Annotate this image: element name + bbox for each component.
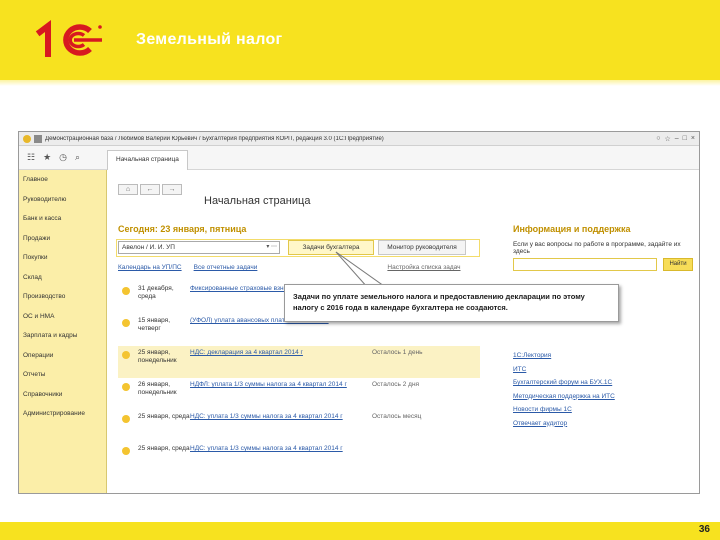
sidebar-item[interactable]: Отчеты [19,365,106,385]
page-number: 36 [698,524,710,535]
task-date: 31 декабря, среда [138,285,174,300]
organization-value: Авелон / И. И. УП [122,244,175,251]
slide-title: Земельный налог [136,31,283,48]
info-text: Если у вас вопросы по работе в программе… [513,241,681,255]
sidebar-item[interactable]: Главное [19,170,106,190]
sidebar-item[interactable]: Операции [19,346,106,366]
window-titlebar: Демонстрационная база / Любимов Валерий … [19,132,699,146]
today-label: Сегодня: 23 января, пятница [118,224,247,234]
task-row[interactable]: 26 января, понедельник НДФЛ: уплата 1/3 с… [118,378,480,410]
task-status-icon [122,319,130,327]
info-link[interactable]: 1С:Лектория [513,352,615,366]
task-link[interactable]: НДФЛ: уплата 1/3 суммы налога за 4 кварт… [190,381,372,389]
forward-arrow-icon[interactable]: → [162,184,182,195]
support-search-input[interactable] [513,258,657,271]
maximize-icon[interactable]: □ [683,135,687,143]
task-status-icon [122,351,130,359]
main-area: ⌂ ← → Начальная страница Сегодня: 23 янв… [108,170,699,493]
history-icon[interactable]: ◷ [59,152,67,163]
task-date: 15 января, четверг [138,317,171,332]
chevron-down-icon[interactable]: ▾ ⋯ [266,243,277,250]
sidebar-item[interactable]: Покупки [19,248,106,268]
close-icon[interactable]: × [691,135,695,143]
task-status: Осталось 1 день [372,349,423,356]
favorites-icon[interactable]: ★ [43,152,51,163]
task-link[interactable]: НДС: уплата 1/3 суммы налога за 4 кварта… [190,445,372,453]
task-status: Осталось 2 дня [372,381,420,388]
task-list-settings-link[interactable]: Настройка списка задач [387,264,460,271]
info-link[interactable]: ИТС [513,366,615,380]
sidebar-item[interactable]: Администрирование [19,404,106,424]
task-date: 25 января, среда [138,413,190,420]
callout-note: Задачи по уплате земельного налога и пре… [284,284,619,322]
sections-icon[interactable]: ☷ [27,152,35,163]
all-tasks-link[interactable]: Все отчетные задачи [194,264,258,271]
sidebar-item[interactable]: Справочники [19,385,106,405]
task-row[interactable]: 25 января, понедельник НДС: декларация за… [118,346,480,378]
page-title: Начальная страница [204,195,311,207]
1c-logo [35,20,102,57]
slide: Земельный налог Демонстрационная база / … [0,0,720,540]
task-status-icon [122,287,130,295]
organization-select[interactable]: Авелон / И. И. УП ▾ ⋯ [118,241,280,254]
sidebar-item[interactable]: Зарплата и кадры [19,326,106,346]
home-icon[interactable]: ⌂ [118,184,138,195]
bell-icon[interactable]: ○ [656,135,660,143]
info-title: Информация и поддержка [513,224,631,234]
find-button[interactable]: Найти [663,258,693,271]
sidebar-item[interactable]: Производство [19,287,106,307]
task-date: 25 января, понедельник [138,349,177,364]
sidebar-item[interactable]: ОС и НМА [19,307,106,327]
task-row[interactable]: 25 января, среда НДС: уплата 1/3 суммы на… [118,442,480,474]
tab-home[interactable]: Начальная страница [107,149,188,170]
task-link[interactable]: НДС: уплата 1/3 суммы налога за 4 кварта… [190,413,372,421]
task-link[interactable]: НДС: декларация за 4 квартал 2014 г [190,349,372,357]
toolbar: ☷ ★ ◷ ⌕ Начальная страница [19,146,699,170]
info-link[interactable]: Бухгалтерский форум на БУХ.1С [513,379,615,393]
back-arrow-icon[interactable]: ← [140,184,160,195]
star-icon[interactable]: ☆ [664,135,670,143]
footer-band [0,522,720,540]
task-date: 25 января, среда [138,445,190,452]
manager-monitor-button[interactable]: Монитор руководителя [378,240,466,255]
minimize-icon[interactable]: – [675,135,679,143]
info-link[interactable]: Новости фирмы 1С [513,406,615,420]
task-status-icon [122,415,130,423]
sidebar-item[interactable]: Банк и касса [19,209,106,229]
info-link[interactable]: Отвечает аудитор [513,420,615,434]
info-links: 1С:Лектория ИТС Бухгалтерский форум на БУХ… [513,352,615,433]
accountant-tasks-button[interactable]: Задачи бухгалтера [288,240,374,255]
calendar-link[interactable]: Календарь на УП/ПС [118,264,182,271]
sidebar-item[interactable]: Руководителю [19,190,106,210]
task-row[interactable]: 25 января, среда НДС: уплата 1/3 суммы на… [118,410,480,442]
task-date: 26 января, понедельник [138,381,177,396]
header-band [0,0,720,86]
info-link[interactable]: Методическая поддержка на ИТС [513,393,615,407]
sidebar: Главное Руководителю Банк и касса Продажи По… [19,170,107,493]
task-status-icon [122,447,130,455]
task-status-icon [122,383,130,391]
task-status: Осталось месяц [372,413,422,420]
sidebar-item[interactable]: Склад [19,268,106,288]
search-icon[interactable]: ⌕ [75,152,80,163]
window-title: Демонстрационная база / Любимов Валерий … [45,135,384,142]
app-icon [23,134,31,143]
menu-icon[interactable] [34,134,42,143]
sidebar-item[interactable]: Продажи [19,229,106,249]
